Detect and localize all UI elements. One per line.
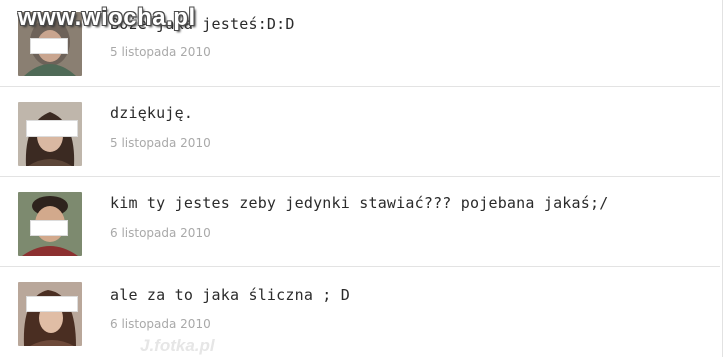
comment-date: 6 listopada 2010 — [110, 226, 211, 240]
censor-bar — [30, 220, 68, 236]
comment-date: 5 listopada 2010 — [110, 45, 211, 59]
avatar[interactable] — [18, 192, 82, 256]
watermark-top: www.wiocha.pl — [18, 4, 196, 31]
censor-bar — [26, 296, 78, 312]
divider — [0, 266, 720, 267]
comment-feed: Boże jaka jesteś:D:D 5 listopada 2010 dz… — [0, 0, 725, 357]
comment-text: ale za to jaka śliczna ; D — [110, 286, 350, 304]
comment-item: dziękuję. 5 listopada 2010 — [0, 88, 720, 176]
feed-border — [722, 0, 723, 357]
divider — [0, 176, 720, 177]
censor-bar — [30, 38, 68, 54]
watermark-bottom: J.fotka.pl — [140, 336, 215, 355]
comment-item: kim ty jestes zeby jedynki stawiać??? po… — [0, 178, 720, 266]
comment-date: 6 listopada 2010 — [110, 317, 211, 331]
censor-bar — [26, 120, 78, 137]
comment-item: ale za to jaka śliczna ; D 6 listopada 2… — [0, 268, 720, 356]
comment-text: dziękuję. — [110, 104, 194, 122]
avatar[interactable] — [18, 282, 82, 346]
avatar[interactable] — [18, 102, 82, 166]
comment-text: kim ty jestes zeby jedynki stawiać??? po… — [110, 194, 609, 212]
comment-date: 5 listopada 2010 — [110, 136, 211, 150]
divider — [0, 86, 720, 87]
user-avatar-icon — [18, 282, 82, 346]
